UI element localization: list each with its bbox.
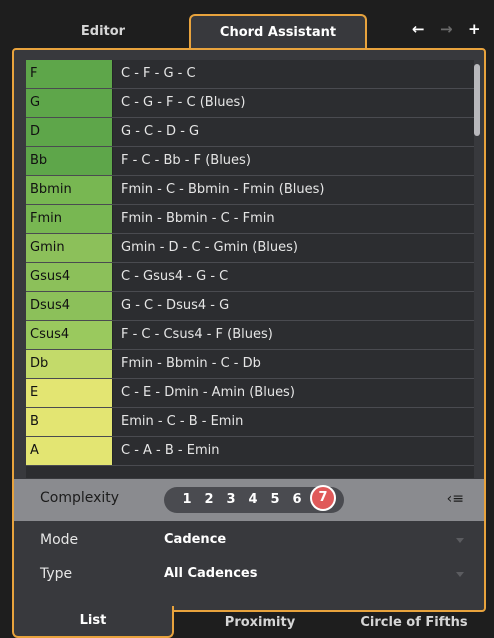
progression-cell[interactable]: Emin - C - B - Emin: [112, 408, 474, 436]
chord-cell[interactable]: Bbmin: [26, 176, 112, 204]
chord-row[interactable]: B Emin - C - B - Emin: [26, 408, 474, 437]
tab-editor[interactable]: Editor: [8, 18, 198, 46]
nav-icons: ← → +: [412, 20, 481, 38]
chord-cell[interactable]: Gsus4: [26, 263, 112, 291]
progression-cell[interactable]: G - C - Dsus4 - G: [112, 292, 474, 320]
progression-cell[interactable]: C - G - F - C (Blues): [112, 89, 474, 117]
chord-cell[interactable]: G: [26, 89, 112, 117]
chord-row[interactable]: FC - F - G - C: [26, 60, 474, 89]
type-value[interactable]: All Cadences: [164, 566, 257, 581]
chord-cell[interactable]: Dsus4: [26, 292, 112, 320]
complexity-level-6[interactable]: 6: [286, 487, 308, 513]
tab-proximity[interactable]: Proximity: [180, 610, 340, 636]
scrollbar[interactable]: [474, 60, 480, 478]
progression-cell[interactable]: C - A - B - Emin: [112, 437, 474, 465]
chord-cell[interactable]: E: [26, 379, 112, 407]
chord-row[interactable]: Csus4 F - C - Csus4 - F (Blues): [26, 321, 474, 350]
type-label: Type: [40, 566, 73, 582]
arrow-right-icon[interactable]: →: [440, 20, 453, 38]
chord-row[interactable]: Db Fmin - Bbmin - C - Db: [26, 350, 474, 379]
complexity-level-7[interactable]: 7: [310, 485, 336, 511]
plus-icon[interactable]: +: [468, 20, 481, 38]
complexity-bar: Complexity 1234567 ‹≡: [14, 479, 484, 521]
progression-cell[interactable]: Fmin - C - Bbmin - Fmin (Blues): [112, 176, 474, 204]
tab-list[interactable]: List: [12, 606, 174, 638]
chord-row[interactable]: Gmin Gmin - D - C - Gmin (Blues): [26, 234, 474, 263]
chord-cell[interactable]: Gmin: [26, 234, 112, 262]
chevron-down-icon[interactable]: [456, 572, 464, 577]
progression-cell[interactable]: C - E - Dmin - Amin (Blues): [112, 379, 474, 407]
tab-circle-of-fifths[interactable]: Circle of Fifths: [340, 610, 488, 636]
list-menu-icon[interactable]: ‹≡: [447, 491, 464, 507]
chord-cell[interactable]: Bb: [26, 147, 112, 175]
progression-cell[interactable]: C - Gsus4 - G - C: [112, 263, 474, 291]
complexity-label: Complexity: [40, 490, 120, 506]
tab-chord-assistant[interactable]: Chord Assistant: [189, 14, 367, 50]
mode-label: Mode: [40, 532, 79, 548]
chord-list: FC - F - G - CGC - G - F - C (Blues) D G -…: [26, 60, 474, 478]
progression-cell[interactable]: F - C - Csus4 - F (Blues): [112, 321, 474, 349]
scrollbar-thumb[interactable]: [474, 64, 480, 136]
chord-cell[interactable]: F: [26, 60, 112, 88]
chord-cell[interactable]: B: [26, 408, 112, 436]
chord-row[interactable]: Bb F - C - Bb - F (Blues): [26, 147, 474, 176]
mode-row[interactable]: Mode Cadence: [14, 524, 484, 558]
chord-row[interactable]: AC - A - B - Emin: [26, 437, 474, 466]
chord-row[interactable]: Bbmin Fmin - C - Bbmin - Fmin (Blues): [26, 176, 474, 205]
progression-cell[interactable]: C - F - G - C: [112, 60, 474, 88]
chord-cell[interactable]: A: [26, 437, 112, 465]
chord-row[interactable]: Gsus4 C - Gsus4 - G - C: [26, 263, 474, 292]
complexity-level-3[interactable]: 3: [220, 487, 242, 513]
progression-cell[interactable]: G - C - D - G: [112, 118, 474, 146]
chord-cell[interactable]: Csus4: [26, 321, 112, 349]
chord-row[interactable]: GC - G - F - C (Blues): [26, 89, 474, 118]
chord-row[interactable]: EC - E - Dmin - Amin (Blues): [26, 379, 474, 408]
top-tab-bar: Editor Chord Assistant ← → +: [0, 0, 494, 50]
chevron-down-icon[interactable]: [456, 538, 464, 543]
chord-row[interactable]: DG - C - D - G: [26, 118, 474, 147]
chord-row[interactable]: Dsus4 G - C - Dsus4 - G: [26, 292, 474, 321]
complexity-selector[interactable]: 1234567: [164, 485, 344, 513]
progression-cell[interactable]: Gmin - D - C - Gmin (Blues): [112, 234, 474, 262]
progression-cell[interactable]: Fmin - Bbmin - C - Fmin: [112, 205, 474, 233]
complexity-level-1[interactable]: 1: [176, 487, 198, 513]
progression-cell[interactable]: Fmin - Bbmin - C - Db: [112, 350, 474, 378]
type-row[interactable]: Type All Cadences: [14, 558, 484, 592]
arrow-left-icon[interactable]: ←: [412, 20, 425, 38]
chord-row[interactable]: Fmin Fmin - Bbmin - C - Fmin: [26, 205, 474, 234]
chord-cell[interactable]: D: [26, 118, 112, 146]
progression-cell[interactable]: F - C - Bb - F (Blues): [112, 147, 474, 175]
chord-cell[interactable]: Fmin: [26, 205, 112, 233]
chord-cell[interactable]: Db: [26, 350, 112, 378]
mode-value[interactable]: Cadence: [164, 532, 226, 547]
chord-assistant-panel: FC - F - G - CGC - G - F - C (Blues) D G -…: [12, 48, 486, 612]
complexity-level-5[interactable]: 5: [264, 487, 286, 513]
complexity-level-4[interactable]: 4: [242, 487, 264, 513]
complexity-level-2[interactable]: 2: [198, 487, 220, 513]
